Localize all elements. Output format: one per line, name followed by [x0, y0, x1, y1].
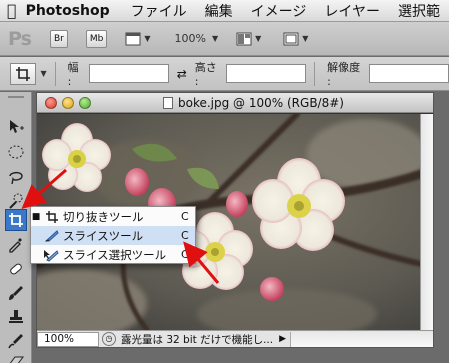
screen-mode-button[interactable]: ▼ [283, 32, 308, 46]
crop-tool[interactable] [5, 209, 27, 231]
menu-bar:  Photoshop ファイル 編集 イメージ レイヤー 選択範 [0, 0, 449, 22]
eyedropper-tool[interactable] [5, 233, 27, 255]
crop-icon [16, 66, 31, 81]
flyout-item-crop[interactable]: ■ 切り抜きツール C [31, 207, 195, 226]
flyout-item-slice-select[interactable]: スライス選択ツール C [31, 245, 195, 264]
crop-icon [41, 210, 63, 224]
brush-tool[interactable] [5, 282, 27, 304]
flyout-item-shortcut: C [181, 210, 189, 223]
flyout-item-slice[interactable]: スライスツール C [31, 226, 195, 245]
status-menu-arrow-icon[interactable]: ▶ [279, 334, 286, 344]
document-icon [163, 97, 173, 109]
clone-stamp-tool[interactable] [5, 306, 27, 328]
zoom-button[interactable] [79, 96, 91, 109]
divider [314, 61, 316, 86]
screen-mode-icon [283, 32, 299, 45]
chevron-down-icon: ▼ [144, 34, 151, 43]
eraser-tool[interactable] [5, 350, 27, 363]
chevron-down-icon[interactable]: ▼ [40, 69, 46, 78]
chevron-down-icon: ▼ [211, 34, 219, 43]
eyedropper-icon [9, 238, 22, 253]
height-label: 高さ : [194, 61, 217, 88]
vertical-scrollbar[interactable] [420, 114, 433, 330]
marquee-tool[interactable] [5, 141, 27, 163]
menu-image[interactable]: イメージ [242, 1, 316, 21]
toolbox-grip[interactable] [8, 96, 24, 98]
apple-icon[interactable]:  [0, 1, 24, 20]
flyout-item-shortcut: C [181, 248, 189, 261]
lasso-tool[interactable] [5, 166, 27, 188]
crop-tool-flyout: ■ 切り抜きツール C スライスツール C スライス選択ツール C [30, 206, 196, 264]
view-extras-icon [125, 32, 141, 45]
chevron-down-icon: ▼ [302, 34, 309, 43]
healing-brush-tool[interactable] [5, 258, 27, 280]
lasso-icon [9, 171, 23, 185]
zoom-value: 100% [174, 32, 206, 45]
resolution-label: 解像度 : [327, 61, 361, 88]
ellipse-marquee-icon [8, 145, 24, 159]
stamp-icon [9, 310, 23, 323]
menu-layer[interactable]: レイヤー [315, 1, 389, 21]
toolbox [0, 92, 32, 363]
view-extras-button[interactable]: ▼ [125, 32, 151, 46]
slice-select-icon [41, 248, 63, 262]
options-bar: ▼ 幅 : ⇄ 高さ : 解像度 : [0, 57, 449, 91]
menu-app-name[interactable]: Photoshop [24, 3, 122, 19]
status-text: 露光量は 32 bit だけで機能し... [121, 333, 274, 346]
bridge-button[interactable]: Br [50, 29, 68, 48]
eraser-icon [9, 356, 24, 363]
history-brush-icon [8, 334, 23, 349]
close-button[interactable] [45, 96, 57, 109]
zoom-dropdown[interactable]: 100% ▼ [175, 32, 219, 45]
document-title-bar[interactable]: boke.jpg @ 100% (RGB/8#) [37, 93, 433, 113]
ps-logo: Ps [8, 27, 32, 50]
resolution-field[interactable] [369, 64, 449, 83]
width-label: 幅 : [67, 61, 79, 88]
menu-select[interactable]: 選択範 [389, 1, 449, 21]
status-info-icon[interactable]: ◷ [102, 332, 116, 346]
zoom-level-field[interactable]: 100% [37, 331, 99, 347]
healing-brush-icon [10, 263, 22, 275]
chevron-down-icon: ▼ [255, 34, 262, 43]
selected-bullet-icon: ■ [31, 211, 41, 222]
mini-bridge-button[interactable]: Mb [85, 29, 108, 48]
flyout-item-shortcut: C [181, 229, 189, 242]
flyout-item-label: 切り抜きツール [63, 209, 144, 224]
width-field[interactable] [88, 64, 169, 83]
height-field[interactable] [226, 64, 307, 83]
tool-preset-picker[interactable] [10, 62, 37, 85]
horizontal-scrollbar[interactable] [290, 331, 433, 347]
application-bar: Ps Br Mb ▼ 100% ▼ ▼ ▼ [0, 22, 449, 56]
quick-select-icon [9, 193, 23, 209]
flyout-item-label: スライス選択ツール [63, 247, 167, 262]
document-title-group: boke.jpg @ 100% (RGB/8#) [163, 96, 344, 110]
menu-file[interactable]: ファイル [122, 1, 196, 21]
brush-icon [9, 286, 23, 300]
arrange-documents-button[interactable]: ▼ [236, 32, 261, 46]
move-tool[interactable] [5, 116, 27, 138]
arrange-icon [236, 32, 252, 45]
move-icon [10, 120, 24, 133]
crop-icon [9, 213, 23, 227]
history-brush-tool[interactable] [5, 330, 27, 352]
minimize-button[interactable] [62, 96, 74, 109]
flyout-item-label: スライスツール [63, 228, 144, 243]
divider [54, 61, 56, 86]
slice-icon [41, 229, 63, 243]
status-bar: 100% ◷ 露光量は 32 bit だけで機能し... ▶ [37, 330, 433, 347]
document-title: boke.jpg @ 100% (RGB/8#) [178, 96, 344, 110]
menu-edit[interactable]: 編集 [196, 1, 242, 21]
swap-arrows-icon[interactable]: ⇄ [177, 67, 187, 81]
